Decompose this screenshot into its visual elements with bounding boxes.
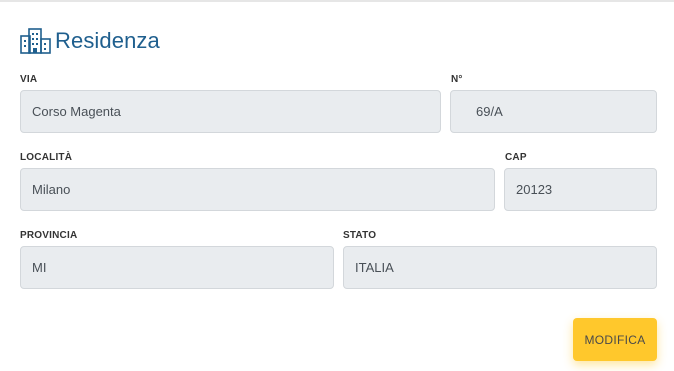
modifica-button[interactable]: MODIFICA — [573, 318, 657, 361]
section-header: Residenza — [20, 26, 160, 56]
via-label: VIA — [20, 74, 38, 85]
stato-field[interactable] — [343, 246, 657, 289]
provincia-field[interactable] — [20, 246, 334, 289]
top-divider — [0, 0, 674, 2]
cap-field[interactable] — [504, 168, 657, 211]
cap-label: CAP — [505, 152, 527, 163]
stato-label: STATO — [343, 230, 377, 241]
buildings-icon — [20, 27, 52, 55]
via-field[interactable] — [20, 90, 441, 133]
numero-label: N° — [451, 74, 463, 85]
numero-field[interactable] — [450, 90, 657, 133]
section-title: Residenza — [55, 28, 160, 53]
provincia-label: PROVINCIA — [20, 230, 78, 241]
localita-field[interactable] — [20, 168, 495, 211]
localita-label: LOCALITÀ — [20, 152, 73, 163]
